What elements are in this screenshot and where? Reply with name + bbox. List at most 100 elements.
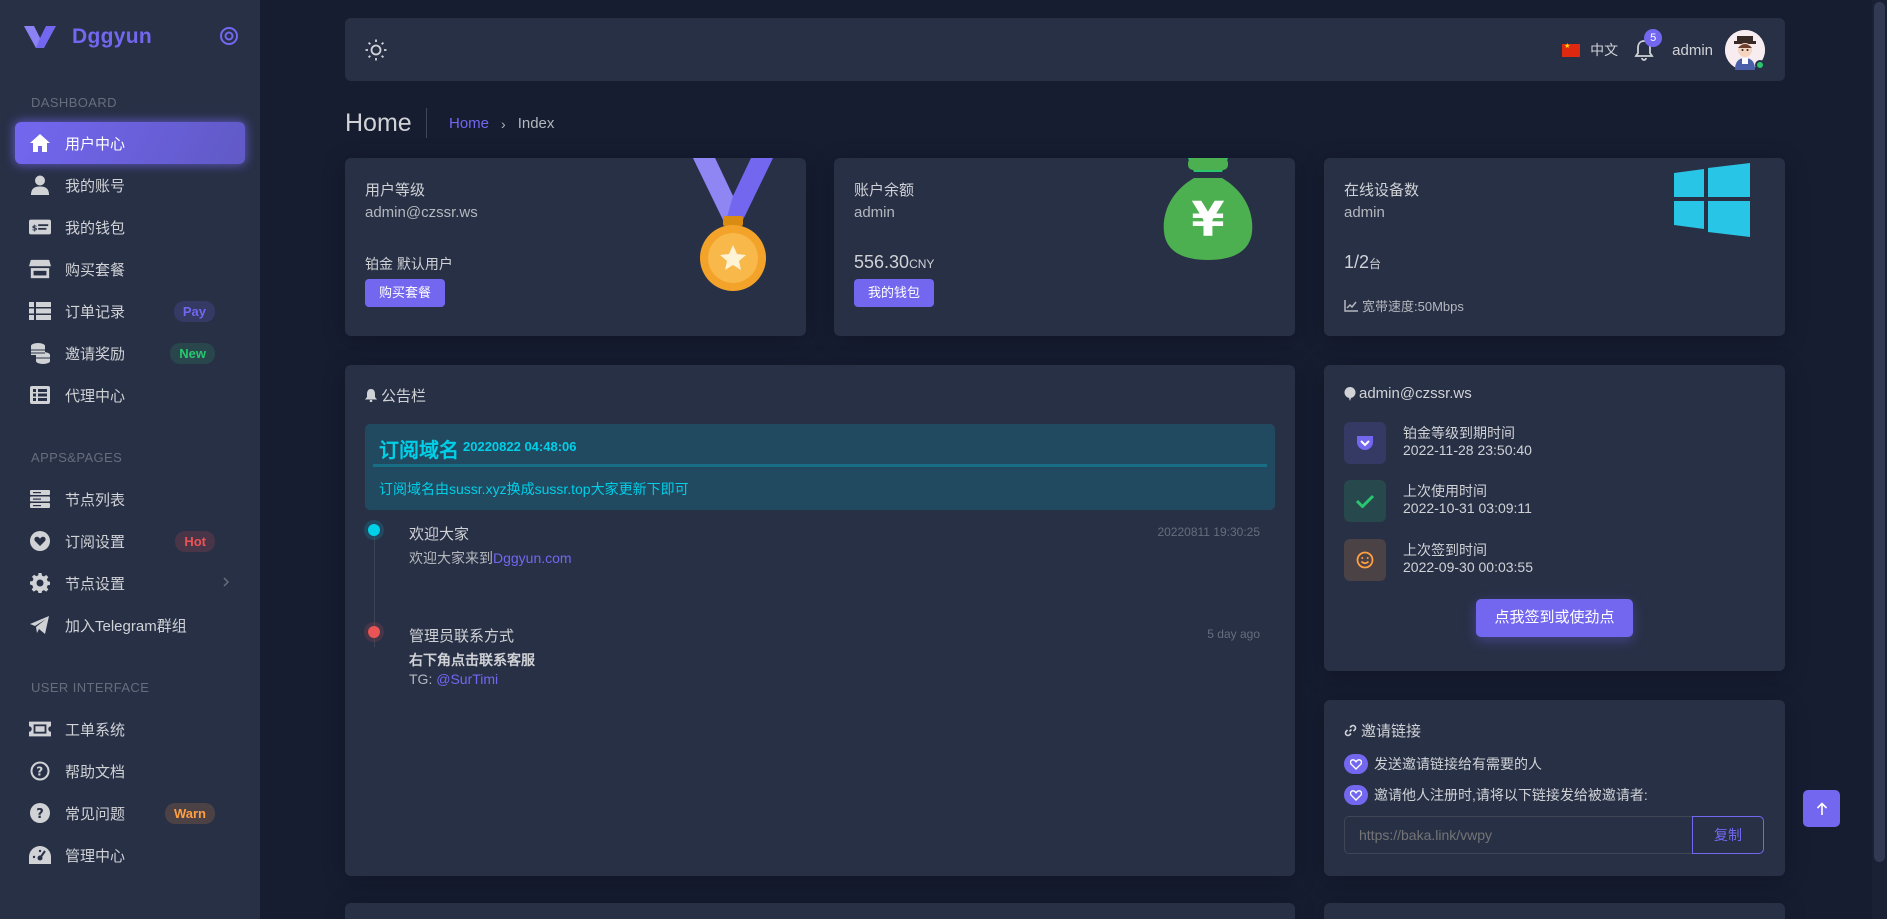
timeline-item-title: 管理员联系方式: [409, 628, 515, 645]
sidebar-item-user-center[interactable]: 用户中心: [15, 122, 245, 164]
navbar-username[interactable]: admin: [1672, 42, 1713, 59]
chevron-right-icon: [223, 577, 230, 587]
svg-text:$: $: [32, 223, 38, 233]
pinned-title: 订阅域名: [379, 440, 459, 462]
site-link[interactable]: Dggyun.com: [493, 550, 572, 566]
sidebar-item-my-account[interactable]: 我的账号: [15, 164, 245, 206]
scroll-to-top-button[interactable]: [1803, 790, 1840, 827]
lower-card-left: [345, 903, 1295, 919]
sidebar-item-node-settings[interactable]: 节点设置: [15, 562, 245, 604]
breadcrumb: Home › Index: [449, 115, 554, 132]
sidebar-item-ticket-system[interactable]: 工单系统: [15, 708, 245, 750]
buy-plan-button[interactable]: 购买套餐: [365, 279, 446, 307]
balance-title: 账户余额: [854, 182, 915, 199]
timeline-item-time: 5 day ago: [1207, 627, 1260, 641]
copy-button[interactable]: 复制: [1692, 816, 1764, 854]
invite-text: 发送邀请链接给有需要的人: [1374, 756, 1542, 772]
money-bag-icon: ¥: [1163, 158, 1253, 260]
notifications-button[interactable]: 5: [1634, 29, 1663, 61]
account-info-card: admin@czssr.ws 铂金等级到期时间 2022-11-28 23:50:…: [1324, 365, 1785, 671]
info-row-last-used: 上次使用时间 2022-10-31 03:09:11: [1344, 480, 1532, 522]
info-value: 2022-10-31 03:09:11: [1403, 500, 1532, 516]
warn-badge: Warn: [164, 802, 215, 824]
bandwidth-info: 宽带速度:50Mbps: [1344, 296, 1464, 315]
hot-badge: Hot: [175, 530, 215, 552]
smile-icon: [1344, 539, 1386, 581]
collapse-sidebar-icon[interactable]: [219, 26, 239, 46]
chart-line-icon: [1344, 299, 1358, 312]
sidebar-item-label: 加入Telegram群组: [65, 617, 187, 635]
sidebar-item-subscription-settings[interactable]: 订阅设置 Hot: [15, 520, 245, 562]
my-wallet-button[interactable]: 我的钱包: [854, 279, 935, 307]
devices-title: 在线设备数: [1344, 182, 1420, 199]
telegram-icon: [29, 614, 51, 636]
avatar[interactable]: [1725, 30, 1765, 70]
checkin-button[interactable]: 点我签到或使劲点: [1476, 599, 1633, 637]
info-text: 上次使用时间 2022-10-31 03:09:11: [1403, 480, 1532, 517]
server-icon: [29, 488, 51, 510]
devices-count-value: 1/2: [1344, 252, 1370, 272]
sidebar-item-admin-center[interactable]: 管理中心: [15, 834, 245, 876]
sidebar-item-telegram-group[interactable]: 加入Telegram群组: [15, 604, 245, 646]
sidebar-item-my-wallet[interactable]: $ 我的钱包: [15, 206, 245, 248]
brand-name: Dggyun: [72, 25, 152, 48]
sidebar-item-help-docs[interactable]: ? 帮助文档: [15, 750, 245, 792]
invite-link-card: 邀请链接 发送邀请链接给有需要的人 邀请他人注册时,请将以下链接发给被邀请者: …: [1324, 700, 1785, 876]
sun-icon[interactable]: [365, 39, 387, 61]
invite-line-2: 邀请他人注册时,请将以下链接发给被邀请者:: [1344, 785, 1648, 805]
invite-text: 邀请他人注册时,请将以下链接发给被邀请者:: [1374, 787, 1648, 803]
pay-badge: Pay: [173, 300, 215, 322]
china-flag-icon[interactable]: [1562, 42, 1581, 57]
wallet-icon: $: [29, 216, 51, 238]
sidebar-item-node-list[interactable]: 节点列表: [15, 478, 245, 520]
user-email: admin@czssr.ws: [365, 204, 478, 221]
sidebar-item-label: 代理中心: [65, 387, 126, 405]
user-icon: [29, 174, 51, 196]
info-row-last-checkin: 上次签到时间 2022-09-30 00:03:55: [1344, 539, 1533, 581]
sidebar-item-label: 订阅设置: [65, 533, 126, 551]
language-selector[interactable]: 中文: [1590, 40, 1618, 60]
sidebar-item-label: 我的钱包: [65, 219, 126, 237]
help-icon: ?: [29, 760, 51, 782]
breadcrumb-home-link[interactable]: Home: [449, 115, 489, 132]
user-level-card: 用户等级 admin@czssr.ws 铂金 默认用户 购买套餐: [345, 158, 806, 336]
brand[interactable]: Dggyun: [22, 20, 152, 54]
link-icon: [1344, 724, 1357, 737]
bell-icon: [365, 389, 377, 402]
welcome-text: 欢迎大家来到: [409, 550, 493, 566]
sidebar-item-label: 购买套餐: [65, 261, 126, 279]
navbar-right: 中文 5 admin: [1562, 29, 1765, 71]
info-value: 2022-11-28 23:50:40: [1403, 442, 1532, 458]
invite-line-1: 发送邀请链接给有需要的人: [1344, 754, 1542, 774]
pinned-divider: [373, 464, 1267, 467]
devices-unit: 台: [1369, 257, 1382, 271]
online-status-dot: [1755, 60, 1765, 70]
devices-user: admin: [1344, 204, 1385, 221]
invite-link-input[interactable]: [1344, 816, 1694, 854]
home-icon: [29, 132, 51, 154]
timeline-dot-info: [368, 524, 380, 536]
sidebar-item-buy-plan[interactable]: 购买套餐: [15, 248, 245, 290]
info-label: 铂金等级到期时间: [1403, 425, 1515, 441]
sidebar-item-agent-center[interactable]: 代理中心: [15, 374, 245, 416]
lower-card-right: [1324, 903, 1785, 919]
balance-user: admin: [854, 204, 895, 221]
tg-link[interactable]: @SurTimi: [436, 671, 498, 687]
announcement-card: 公告栏 订阅域名 20220822 04:48:06 订阅域名由sussr.xy…: [345, 365, 1295, 876]
page-scrollbar[interactable]: [1872, 0, 1887, 919]
heart-icon: [29, 530, 51, 552]
ticket-icon: [29, 718, 51, 740]
sidebar-item-faq[interactable]: ? 常见问题 Warn: [15, 792, 245, 834]
online-devices-card: 在线设备数 admin 1/2台 宽带速度:50Mbps: [1324, 158, 1785, 336]
svg-text:?: ?: [36, 807, 44, 822]
brand-logo-icon: [24, 26, 56, 48]
balance-card: 账户余额 admin 556.30CNY 我的钱包 ¥: [834, 158, 1295, 336]
scrollbar-thumb[interactable]: [1874, 2, 1885, 862]
timeline-item-tg: TG: @SurTimi: [409, 671, 498, 687]
tg-label: TG:: [409, 671, 437, 687]
sidebar-item-orders[interactable]: 订单记录 Pay: [15, 290, 245, 332]
nav-heading-dashboard: DASHBOARD: [31, 95, 117, 110]
sidebar-item-invite-rewards[interactable]: 邀请奖励 New: [15, 332, 245, 374]
sidebar-item-label: 管理中心: [65, 847, 126, 865]
timeline-item-time: 20220811 19:30:25: [1157, 525, 1260, 539]
